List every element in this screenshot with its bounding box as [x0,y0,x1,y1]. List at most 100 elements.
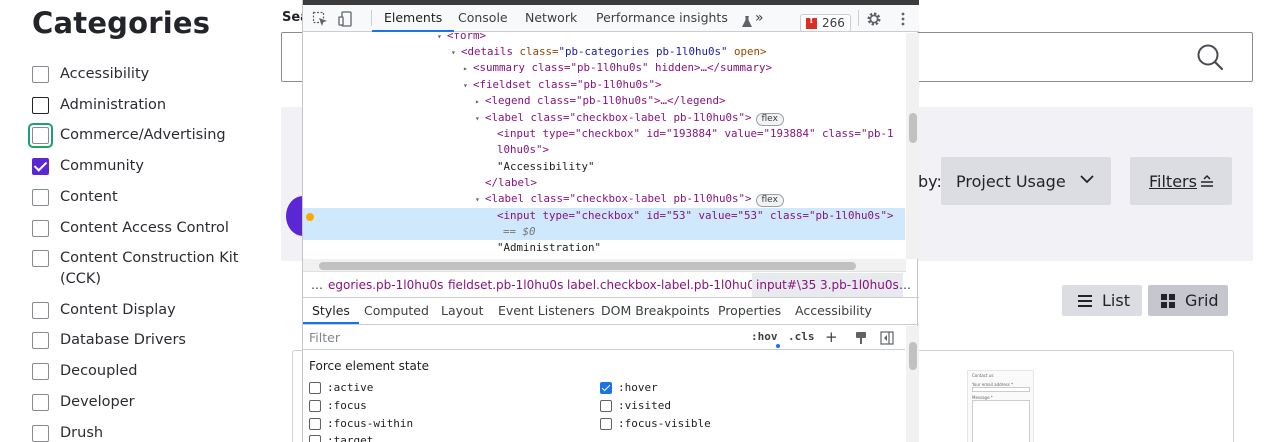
checkbox[interactable] [600,399,612,412]
dom-node-details[interactable]: ▾ <details class="pb-categories pb-1l0hu0… [451,44,905,60]
checkbox[interactable] [600,417,612,430]
category-content-display[interactable]: Content Display [32,302,176,321]
dom-horizontal-scrollbar[interactable] [303,259,906,272]
tab-performance-insights[interactable]: Performance insights [596,5,728,32]
issues-badge[interactable]: 266 [800,14,851,32]
state-active[interactable]: :active [309,381,373,394]
cls-toggle[interactable]: .cls [788,330,815,343]
checkbox[interactable] [32,332,49,349]
category-commerce-advertising[interactable]: Commerce/Advertising [28,123,226,148]
gear-icon[interactable] [866,11,882,27]
scrollbar-thumb[interactable] [319,262,856,270]
dom-node-label[interactable]: ▾ <label class="checkbox-label pb-1l0hu0s… [475,110,905,126]
scrollbar-thumb[interactable] [909,113,917,143]
checkbox[interactable] [32,189,49,206]
breadcrumb-fieldset[interactable]: fieldset.pb-1l0hu0s [448,273,563,297]
new-style-rule-button[interactable]: + [825,328,838,346]
tab-dom-breakpoints[interactable]: DOM Breakpoints [601,298,710,324]
category-label: Content [60,189,118,205]
search-icon[interactable] [1196,43,1224,71]
category-content[interactable]: Content [32,189,118,208]
dom-text-node[interactable]: "Administration" [497,240,905,256]
dom-node-label[interactable]: ▾ <label class="checkbox-label pb-1l0hu0s… [475,191,905,207]
checkbox[interactable] [32,394,49,411]
flex-badge[interactable]: flex [755,194,784,207]
dom-vertical-scrollbar[interactable] [906,33,919,259]
category-label: Content Display [60,302,176,318]
checkbox[interactable] [309,381,321,394]
breadcrumb-details[interactable]: egories.pb-1l0hu0s [328,273,443,297]
category-database-drivers[interactable]: Database Drivers [32,332,186,351]
category-content-access-control[interactable]: Content Access Control [32,220,229,239]
state-hover[interactable]: :hover [600,381,658,394]
tab-network[interactable]: Network [525,5,577,32]
thumb-message-box [972,400,1030,442]
checkbox[interactable] [32,66,49,83]
grid-label: Grid [1185,291,1219,310]
scrollbar-thumb[interactable] [909,342,917,370]
category-cck[interactable]: Content Construction Kit (CCK) [32,250,242,290]
dom-node-legend[interactable]: ▸ <legend class="pb-1l0hu0s">…</legend> [475,93,905,109]
breadcrumb-label[interactable]: label.checkbox-label.pb-1l0hu0s [567,273,761,297]
filters-button[interactable]: Filters [1130,157,1232,205]
checkbox[interactable] [32,220,49,237]
category-community[interactable]: Community [32,158,144,177]
state-focus-visible[interactable]: :focus-visible [600,417,711,430]
tab-elements[interactable]: Elements [372,5,455,32]
device-toolbar-icon[interactable] [338,11,354,27]
dom-tree[interactable]: ▾ <form> ▾ <details class="pb-categories p… [303,33,905,259]
checkbox[interactable] [32,250,49,267]
sort-select[interactable]: Project Usage [941,157,1111,205]
flex-badge[interactable]: flex [755,113,784,126]
tab-layout[interactable]: Layout [441,298,484,324]
category-administration[interactable]: Administration [32,97,166,116]
checkbox-checked[interactable] [32,158,49,175]
rendering-emulation-icon[interactable] [854,331,868,345]
category-label: Drush [60,425,104,441]
styles-filter-input[interactable]: Filter [309,329,739,347]
dom-text-node[interactable]: "Accessibility" [497,159,905,175]
hov-toggle[interactable]: :hov [751,330,778,343]
styles-vertical-scrollbar[interactable] [906,326,919,442]
breadcrumb-more[interactable]: … [311,273,323,297]
kebab-menu-icon[interactable] [895,11,911,27]
checkbox[interactable] [32,302,49,319]
checkbox[interactable] [32,363,49,380]
breadcrumb-input[interactable]: input#\35 3.pb-1l0hu0s [752,273,903,297]
tab-event-listeners[interactable]: Event Listeners [498,298,595,324]
tab-properties[interactable]: Properties [718,298,781,324]
category-accessibility[interactable]: Accessibility [32,66,149,85]
checkbox[interactable] [32,425,49,442]
breadcrumb-more[interactable]: … [899,273,911,297]
state-focus-within[interactable]: :focus-within [309,417,413,430]
dom-node-input-cont: l0hu0s"> [497,143,550,156]
dom-node-form[interactable]: ▾ <form> [437,33,905,44]
dom-node-fieldset[interactable]: ▾ <fieldset class="pb-1l0hu0s"> [463,77,905,93]
tab-console[interactable]: Console [458,5,508,32]
state-target[interactable]: :target [309,434,373,442]
tab-accessibility[interactable]: Accessibility [795,298,872,324]
category-drush[interactable]: Drush [32,425,103,442]
checkbox[interactable] [309,434,321,442]
category-label: Developer [60,394,135,410]
list-view-button[interactable]: List [1062,285,1142,316]
dom-node-summary[interactable]: ▸ <summary class="pb-1l0hu0s" hidden>…</s… [463,60,905,76]
checkbox[interactable] [309,417,321,430]
dom-node-label-close[interactable]: </label> [485,175,905,191]
state-focus[interactable]: :focus [309,399,367,412]
checkbox[interactable] [32,97,49,114]
category-developer[interactable]: Developer [32,394,135,413]
category-decoupled[interactable]: Decoupled [32,363,137,382]
checkbox[interactable] [32,127,49,144]
checkbox-checked[interactable] [600,381,612,394]
checkbox[interactable] [309,399,321,412]
grid-view-button[interactable]: Grid [1148,285,1228,316]
tab-styles[interactable]: Styles [303,298,359,324]
state-visited[interactable]: :visited [600,399,671,412]
more-tabs-button[interactable]: » [755,5,764,32]
tab-computed[interactable]: Computed [364,298,429,324]
force-state-title: Force element state [309,359,429,373]
inspect-element-icon[interactable] [312,11,328,27]
dom-node-input[interactable]: <input type="checkbox" id="193884" value… [497,126,905,142]
toggle-sidebar-icon[interactable] [880,331,894,345]
